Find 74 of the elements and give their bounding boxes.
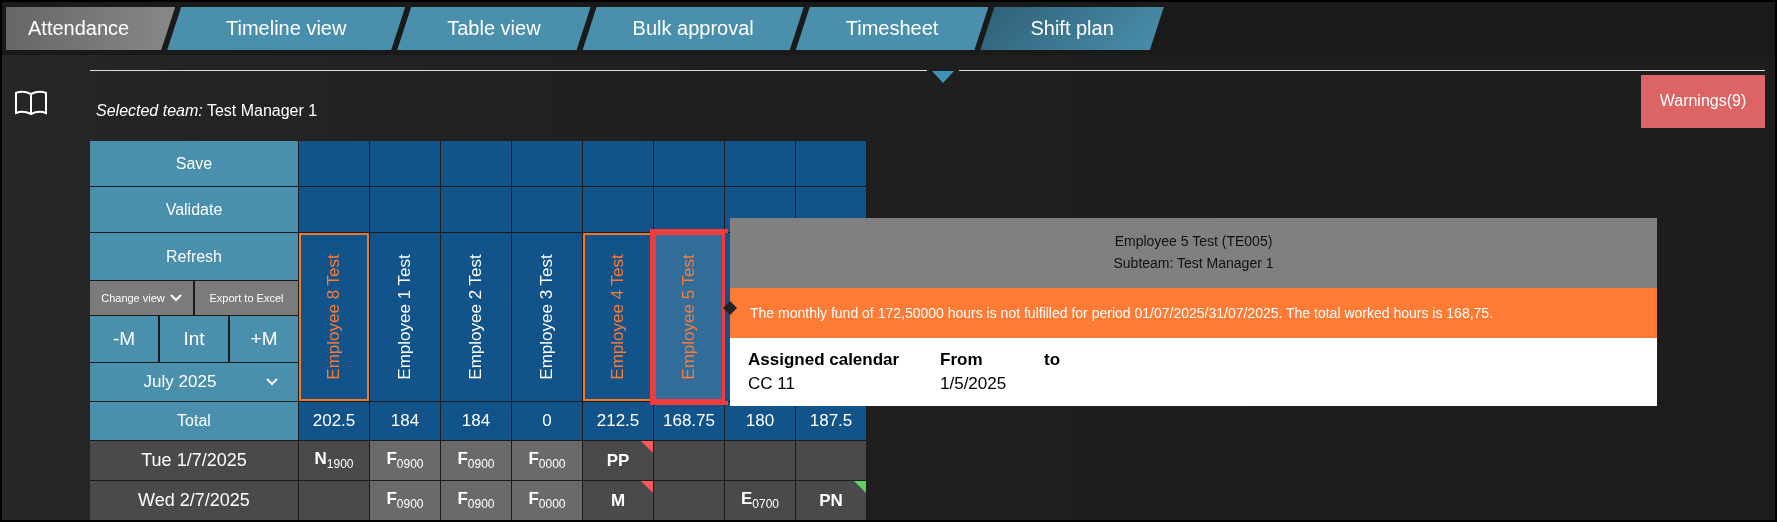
grid-cell <box>299 187 369 232</box>
total-cell: 184 <box>441 402 511 440</box>
shift-cell[interactable]: F$_{0900}$ <box>441 441 511 480</box>
warning-message: The monthly fund of 172,50000 hours is not fulfilled for period 01/07/2025/31/07/2025. The total worked hours is 168,75. <box>730 288 1657 338</box>
employee-header[interactable]: Employee 1 Test <box>370 233 440 401</box>
warnings-button[interactable]: Warnings(9) <box>1641 74 1765 128</box>
book-icon[interactable] <box>14 90 48 116</box>
selected-team-text: Selected team: Test Manager 1 <box>96 102 319 120</box>
tab[interactable]: Attendance <box>6 7 176 50</box>
grid-cell <box>654 187 724 232</box>
tooltip-title: Employee 5 Test (TE005) <box>1114 232 1273 251</box>
grid-cell <box>370 141 440 186</box>
validate-button[interactable]: Validate <box>90 187 298 232</box>
grid-cell <box>512 187 582 232</box>
total-cell: 184 <box>370 402 440 440</box>
total-cell: 202.5 <box>299 402 369 440</box>
day-label: Tue 1/7/2025 <box>90 441 298 480</box>
triangle-icon[interactable] <box>932 71 954 83</box>
previous-month-button[interactable]: -M <box>90 316 158 362</box>
save-button[interactable]: Save <box>90 141 298 186</box>
grid-cell <box>583 187 653 232</box>
grid-cell <box>796 141 866 186</box>
shift-cell[interactable] <box>654 441 724 480</box>
shift-cell[interactable]: E$_{0700}$ <box>725 481 795 520</box>
grid-cell <box>441 187 511 232</box>
grid-cell <box>725 141 795 186</box>
total-cell: 212.5 <box>583 402 653 440</box>
column-header: From <box>940 349 984 371</box>
tooltip-subtitle: Subteam: Test Manager 1 <box>1113 254 1274 273</box>
total-label: Total <box>90 402 298 440</box>
shift-cell[interactable]: F$_{0900}$ <box>370 481 440 520</box>
tab[interactable]: Timesheet <box>795 7 989 50</box>
shift-cell[interactable]: F$_{0900}$ <box>370 441 440 480</box>
change-view-button[interactable]: Change view <box>90 281 193 315</box>
column-header: Assigned calendar <box>748 349 901 371</box>
tab[interactable]: Table view <box>397 7 591 50</box>
day-label: Wed 2/7/2025 <box>90 481 298 520</box>
shift-cell[interactable]: M <box>583 481 653 520</box>
employee-header[interactable]: Employee 8 Test <box>299 233 369 401</box>
shift-cell[interactable] <box>654 481 724 520</box>
shift-cell[interactable] <box>725 441 795 480</box>
chevron-icon <box>266 378 279 386</box>
employee-header[interactable]: Employee 3 Test <box>512 233 582 401</box>
grid-cell <box>512 141 582 186</box>
shift-cell[interactable]: N$_{1900}$ <box>299 441 369 480</box>
grid-cell <box>654 141 724 186</box>
total-cell: 180 <box>725 402 795 440</box>
diamond-icon <box>723 301 737 315</box>
interval-button[interactable]: Int <box>160 316 228 362</box>
tab[interactable]: Bulk approval <box>582 7 804 50</box>
grid-cell <box>583 141 653 186</box>
chevron-icon <box>169 294 182 302</box>
refresh-button[interactable]: Refresh <box>90 233 298 280</box>
tab[interactable]: Shift plan <box>980 7 1164 50</box>
table-cell-text: CC 11 <box>748 373 796 395</box>
export-button[interactable]: Export to Excel <box>195 281 298 315</box>
table-cell-text: 1/5/2025 <box>940 373 1008 395</box>
next-month-button[interactable]: +M <box>230 316 298 362</box>
shift-cell[interactable]: PN <box>796 481 866 520</box>
grid-cell <box>370 187 440 232</box>
shift-cell[interactable] <box>796 441 866 480</box>
shift-cell[interactable]: F$_{0000}$ <box>512 481 582 520</box>
shift-cell[interactable]: F$_{0900}$ <box>441 481 511 520</box>
grid-cell <box>441 141 511 186</box>
tab[interactable]: Timeline view <box>167 7 406 50</box>
shift-cell[interactable] <box>299 481 369 520</box>
employee-header[interactable]: Employee 4 Test <box>583 233 653 401</box>
shift-cell[interactable]: F$_{0000}$ <box>512 441 582 480</box>
total-cell: 0 <box>512 402 582 440</box>
grid-cell <box>299 141 369 186</box>
column-header: to <box>1044 349 1061 371</box>
month-dropdown[interactable]: July 2025 <box>90 363 298 401</box>
employee-header[interactable]: Employee 2 Test <box>441 233 511 401</box>
shift-cell[interactable]: PP <box>583 441 653 480</box>
